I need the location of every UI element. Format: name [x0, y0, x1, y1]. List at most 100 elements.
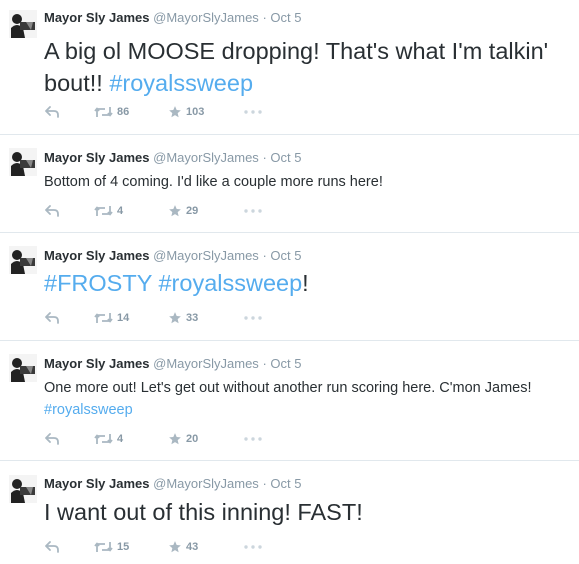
- author-handle[interactable]: @MayorSlyJames: [153, 476, 259, 491]
- author-name[interactable]: Mayor Sly James: [44, 476, 150, 491]
- retweet-icon: [94, 206, 113, 216]
- retweet-icon: [94, 107, 113, 117]
- tweet-header: Mayor Sly James @MayorSlyJames · Oct 5: [44, 9, 301, 27]
- tweet: Mayor Sly James @MayorSlyJames · Oct 5 B…: [0, 135, 579, 233]
- reply-icon: [45, 312, 59, 324]
- retweet-button[interactable]: 15: [94, 539, 129, 555]
- favorite-count: 43: [186, 541, 199, 553]
- separator-dot: ·: [262, 356, 267, 371]
- tweet: Mayor Sly James @MayorSlyJames · Oct 5 I…: [0, 461, 579, 564]
- separator-dot: ·: [262, 150, 267, 165]
- tweet-text: One more out! Let's get out without anot…: [44, 377, 564, 421]
- tweet-text: #FROSTY #royalssweep!: [44, 267, 572, 299]
- tweet-timestamp[interactable]: Oct 5: [270, 356, 301, 371]
- more-dots-icon: [244, 545, 262, 549]
- avatar[interactable]: [9, 354, 37, 382]
- more-button[interactable]: [244, 203, 262, 219]
- retweet-count: 15: [117, 541, 130, 553]
- author-name[interactable]: Mayor Sly James: [44, 356, 150, 371]
- separator-dot: ·: [262, 10, 267, 25]
- favorite-count: 33: [186, 312, 199, 324]
- tweet-actions: 15 43: [0, 539, 579, 555]
- more-dots-icon: [244, 316, 262, 320]
- avatar[interactable]: [9, 246, 37, 274]
- tweet-timestamp[interactable]: Oct 5: [270, 476, 301, 491]
- retweet-icon: [94, 313, 113, 323]
- favorite-button[interactable]: 43: [168, 539, 198, 555]
- author-name[interactable]: Mayor Sly James: [44, 248, 150, 263]
- retweet-button[interactable]: 4: [94, 203, 123, 219]
- retweet-icon: [94, 542, 113, 552]
- tweet-text-segment: I want out of this inning! FAST!: [44, 499, 363, 525]
- tweet-actions: 14 33: [0, 310, 579, 326]
- retweet-button[interactable]: 86: [94, 104, 129, 120]
- tweet-actions: 4 29: [0, 203, 579, 219]
- star-icon: [169, 106, 181, 118]
- retweet-count: 4: [117, 433, 124, 445]
- retweet-button[interactable]: 14: [94, 310, 129, 326]
- favorite-button[interactable]: 103: [168, 104, 204, 120]
- tweet-text: Bottom of 4 coming. I'd like a couple mo…: [44, 171, 572, 193]
- reply-icon: [45, 205, 59, 217]
- more-dots-icon: [244, 209, 262, 213]
- favorite-button[interactable]: 20: [168, 431, 198, 447]
- retweet-count: 86: [117, 106, 130, 118]
- tweet-timestamp[interactable]: Oct 5: [270, 248, 301, 263]
- tweet: Mayor Sly James @MayorSlyJames · Oct 5 O…: [0, 341, 579, 461]
- reply-icon: [45, 433, 59, 445]
- reply-icon: [45, 541, 59, 553]
- tweet-text-segment: !: [302, 270, 309, 296]
- favorite-count: 20: [186, 433, 199, 445]
- more-button[interactable]: [244, 539, 262, 555]
- more-button[interactable]: [244, 104, 262, 120]
- hashtag-link[interactable]: #FROSTY: [44, 270, 152, 296]
- reply-button[interactable]: [45, 203, 59, 219]
- favorite-count: 29: [186, 205, 199, 217]
- retweet-icon: [94, 434, 113, 444]
- author-handle[interactable]: @MayorSlyJames: [153, 10, 259, 25]
- author-handle[interactable]: @MayorSlyJames: [153, 248, 259, 263]
- retweet-button[interactable]: 4: [94, 431, 123, 447]
- more-dots-icon: [244, 437, 262, 441]
- author-handle[interactable]: @MayorSlyJames: [153, 150, 259, 165]
- tweet-header: Mayor Sly James @MayorSlyJames · Oct 5: [44, 247, 301, 265]
- avatar[interactable]: [9, 475, 37, 503]
- hashtag-link[interactable]: #royalssweep: [158, 270, 302, 296]
- reply-icon: [45, 106, 59, 118]
- separator-dot: ·: [262, 248, 267, 263]
- tweet: Mayor Sly James @MayorSlyJames · Oct 5 #…: [0, 233, 579, 341]
- retweet-count: 14: [117, 312, 130, 324]
- retweet-count: 4: [117, 205, 124, 217]
- author-handle[interactable]: @MayorSlyJames: [153, 356, 259, 371]
- favorite-count: 103: [186, 106, 205, 118]
- reply-button[interactable]: [45, 310, 59, 326]
- tweet-header: Mayor Sly James @MayorSlyJames · Oct 5: [44, 355, 301, 373]
- tweet-timestamp[interactable]: Oct 5: [270, 10, 301, 25]
- tweet-actions: 4 20: [0, 431, 579, 447]
- star-icon: [169, 205, 181, 217]
- reply-button[interactable]: [45, 539, 59, 555]
- star-icon: [169, 312, 181, 324]
- tweet-text: I want out of this inning! FAST!: [44, 496, 572, 528]
- favorite-button[interactable]: 33: [168, 310, 198, 326]
- reply-button[interactable]: [45, 104, 59, 120]
- hashtag-link[interactable]: #royalssweep: [109, 70, 253, 96]
- avatar[interactable]: [9, 10, 37, 38]
- hashtag-link[interactable]: #royalssweep: [44, 402, 133, 418]
- tweet-header: Mayor Sly James @MayorSlyJames · Oct 5: [44, 475, 301, 493]
- author-name[interactable]: Mayor Sly James: [44, 10, 150, 25]
- more-button[interactable]: [244, 431, 262, 447]
- star-icon: [169, 433, 181, 445]
- reply-button[interactable]: [45, 431, 59, 447]
- favorite-button[interactable]: 29: [168, 203, 198, 219]
- author-name[interactable]: Mayor Sly James: [44, 150, 150, 165]
- tweet-timeline: Mayor Sly James @MayorSlyJames · Oct 5 A…: [0, 0, 579, 564]
- tweet-text-segment: One more out! Let's get out without anot…: [44, 380, 532, 396]
- more-button[interactable]: [244, 310, 262, 326]
- star-icon: [169, 541, 181, 553]
- avatar[interactable]: [9, 148, 37, 176]
- tweet-text: A big ol MOOSE dropping! That's what I'm…: [44, 35, 572, 99]
- tweet-text-segment: Bottom of 4 coming. I'd like a couple mo…: [44, 174, 383, 190]
- tweet: Mayor Sly James @MayorSlyJames · Oct 5 A…: [0, 0, 579, 135]
- tweet-timestamp[interactable]: Oct 5: [270, 150, 301, 165]
